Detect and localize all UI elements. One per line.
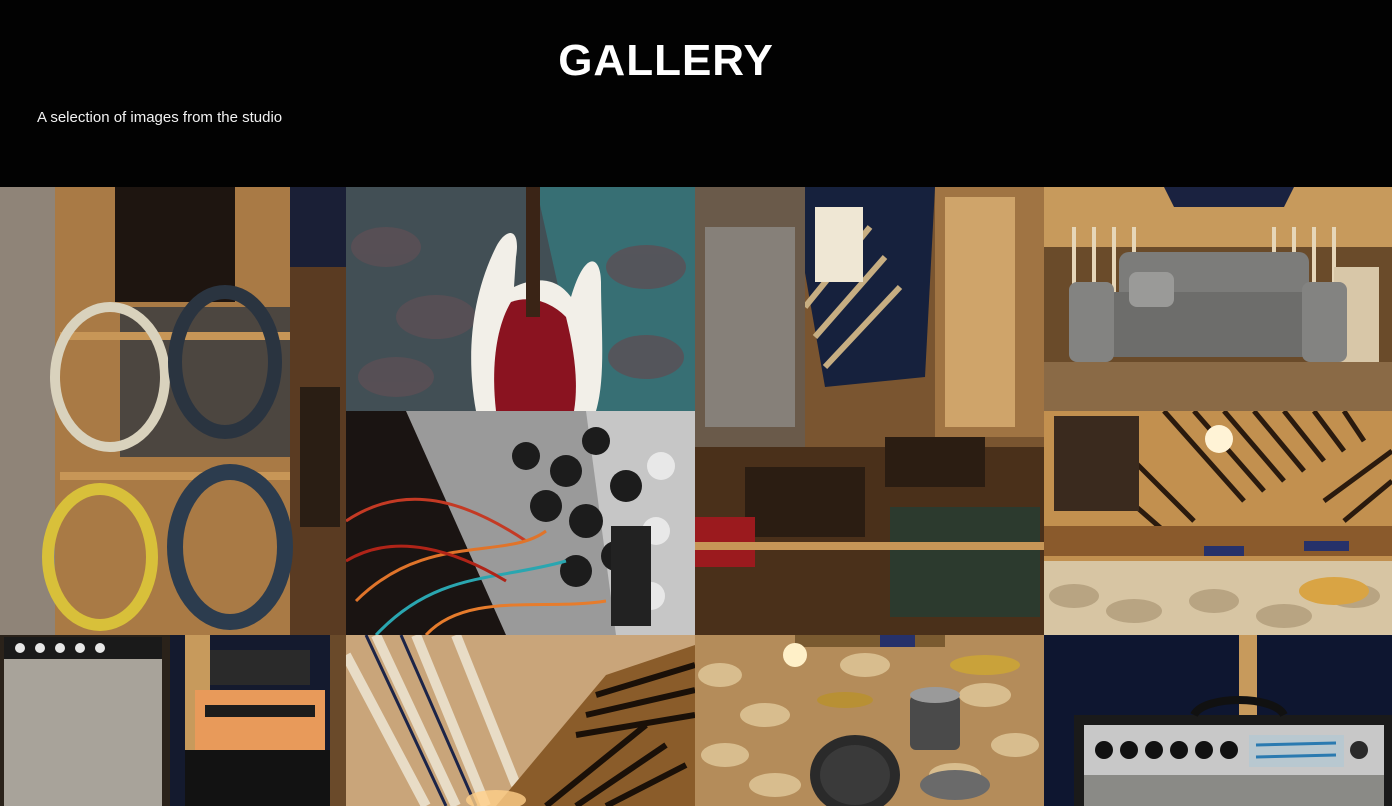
gallery-image-wooden-ceiling[interactable] xyxy=(346,635,695,806)
gallery-image-sofa[interactable] xyxy=(1044,187,1392,411)
drum-kit-stone-room-icon xyxy=(695,635,1044,806)
bass-guitar-on-stone-wall-icon xyxy=(346,187,695,411)
page-header: GALLERY A selection of images from the s… xyxy=(0,0,1392,187)
bookshelves-and-skylight-icon xyxy=(695,187,1044,635)
gallery-image-modular-synth[interactable] xyxy=(346,411,695,635)
cables-hanging-on-wall-icon xyxy=(0,187,346,635)
slatted-wooden-ceiling-icon xyxy=(346,635,695,806)
page-subtitle: A selection of images from the studio xyxy=(37,109,283,126)
modular-synth-patch-cables-icon xyxy=(346,411,695,635)
guitar-amps-stack-icon xyxy=(0,635,346,806)
image-gallery xyxy=(0,187,1392,806)
gallery-image-drum-kit[interactable] xyxy=(695,635,1044,806)
princeton-reverb-amp-icon xyxy=(1044,635,1392,806)
gallery-image-bookshelves[interactable] xyxy=(695,187,1044,635)
slatted-ceiling-room-icon xyxy=(1044,411,1392,635)
gallery-image-bass-guitar[interactable] xyxy=(346,187,695,411)
gallery-image-amps[interactable] xyxy=(0,635,346,806)
grey-sofa-loft-icon xyxy=(1044,187,1392,411)
gallery-image-princeton-amp[interactable] xyxy=(1044,635,1392,806)
page-title: GALLERY xyxy=(558,36,774,85)
gallery-image-ceiling-room[interactable] xyxy=(1044,411,1392,635)
gallery-image-cables[interactable] xyxy=(0,187,346,635)
